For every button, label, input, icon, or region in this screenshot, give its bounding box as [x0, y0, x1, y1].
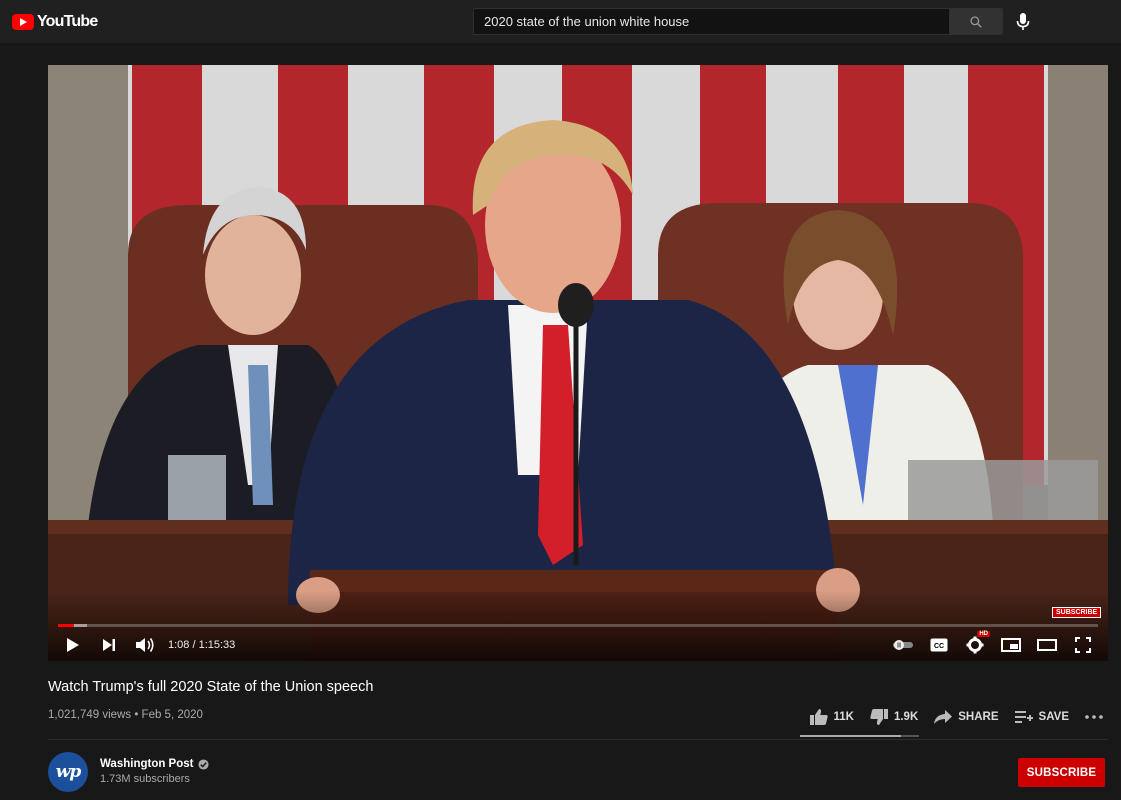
- next-button[interactable]: [98, 634, 120, 656]
- share-button[interactable]: SHARE: [934, 710, 999, 724]
- settings-icon: [966, 636, 984, 654]
- video-actions: 11K 1.9K SHARE SAVE: [809, 706, 1104, 728]
- theater-icon: [1037, 639, 1057, 651]
- youtube-logo[interactable]: YouTube: [12, 12, 98, 32]
- time-current: 1:08: [168, 639, 190, 651]
- player-controls-right: CC HD: [892, 631, 1094, 657]
- volume-icon: [136, 638, 154, 652]
- hd-badge: HD: [977, 631, 990, 637]
- logo-text: YouTube: [37, 13, 98, 30]
- miniplayer-button[interactable]: [1000, 634, 1022, 656]
- play-icon: [67, 638, 79, 652]
- share-label: SHARE: [958, 711, 999, 723]
- subscribe-button[interactable]: SUBSCRIBE: [1018, 758, 1105, 787]
- time-separator: /: [189, 639, 199, 651]
- save-label: SAVE: [1038, 711, 1069, 723]
- save-button[interactable]: SAVE: [1014, 710, 1069, 724]
- subscribe-watermark[interactable]: SUBSCRIBE: [1052, 607, 1102, 618]
- next-icon: [103, 639, 115, 651]
- volume-button[interactable]: [134, 634, 156, 656]
- time-display: 1:08 / 1:15:33: [168, 639, 235, 651]
- thumbs-down-icon: [870, 709, 888, 725]
- voice-search-button[interactable]: [1011, 10, 1035, 34]
- thumbs-up-icon: [809, 709, 828, 725]
- captions-button[interactable]: CC: [928, 634, 950, 656]
- like-dislike-ratio-bar: [800, 735, 919, 737]
- progress-played: [58, 624, 74, 627]
- search-input[interactable]: [484, 14, 939, 29]
- video-title: Watch Trump's full 2020 State of the Uni…: [48, 679, 374, 695]
- channel-name: Washington Post: [100, 758, 194, 770]
- verified-badge-icon: [198, 758, 210, 770]
- svg-text:CC: CC: [934, 643, 944, 650]
- autoplay-toggle[interactable]: [892, 634, 914, 656]
- fullscreen-icon: [1075, 637, 1091, 653]
- like-ratio-fill: [800, 735, 902, 737]
- miniplayer-icon: [1001, 638, 1021, 652]
- video-meta: 1,021,749 views • Feb 5, 2020: [48, 709, 203, 721]
- upload-date: Feb 5, 2020: [141, 709, 203, 721]
- section-divider: [48, 739, 1108, 740]
- add-to-playlist-icon: [1014, 711, 1033, 723]
- view-count: 1,021,749 views: [48, 709, 132, 721]
- mic-icon: [1016, 13, 1030, 30]
- more-actions-button[interactable]: [1085, 715, 1103, 719]
- video-player[interactable]: SUBSCRIBE 1:08 / 1:15:33 CC HD: [48, 65, 1108, 661]
- autoplay-toggle-icon: [893, 640, 913, 650]
- meta-separator: •: [131, 709, 142, 721]
- share-icon: [934, 710, 953, 724]
- more-horizontal-icon: [1085, 715, 1103, 719]
- progress-bar[interactable]: [58, 624, 1098, 627]
- captions-icon: CC: [930, 638, 948, 652]
- avatar-logo-text: wp: [55, 762, 82, 782]
- search-icon: [970, 15, 982, 28]
- channel-name-link[interactable]: Washington Post: [100, 758, 210, 770]
- theater-button[interactable]: [1036, 634, 1058, 656]
- fullscreen-button[interactable]: [1072, 634, 1094, 656]
- settings-button[interactable]: HD: [964, 631, 990, 656]
- subscriber-count: 1.73M subscribers: [100, 773, 190, 785]
- dislike-count: 1.9K: [893, 711, 919, 723]
- search-box[interactable]: [473, 8, 950, 35]
- youtube-play-logo-icon: [12, 14, 34, 30]
- play-button[interactable]: [62, 634, 84, 656]
- like-count: 11K: [833, 711, 854, 723]
- video-frame: [48, 65, 1108, 661]
- top-bar: YouTube: [0, 0, 1121, 43]
- search-button[interactable]: [950, 8, 1003, 35]
- like-button[interactable]: 11K: [809, 709, 854, 725]
- channel-avatar[interactable]: wp: [48, 752, 88, 792]
- player-controls-left: 1:08 / 1:15:33: [62, 633, 235, 657]
- dislike-button[interactable]: 1.9K: [870, 709, 918, 725]
- time-total: 1:15:33: [198, 639, 236, 651]
